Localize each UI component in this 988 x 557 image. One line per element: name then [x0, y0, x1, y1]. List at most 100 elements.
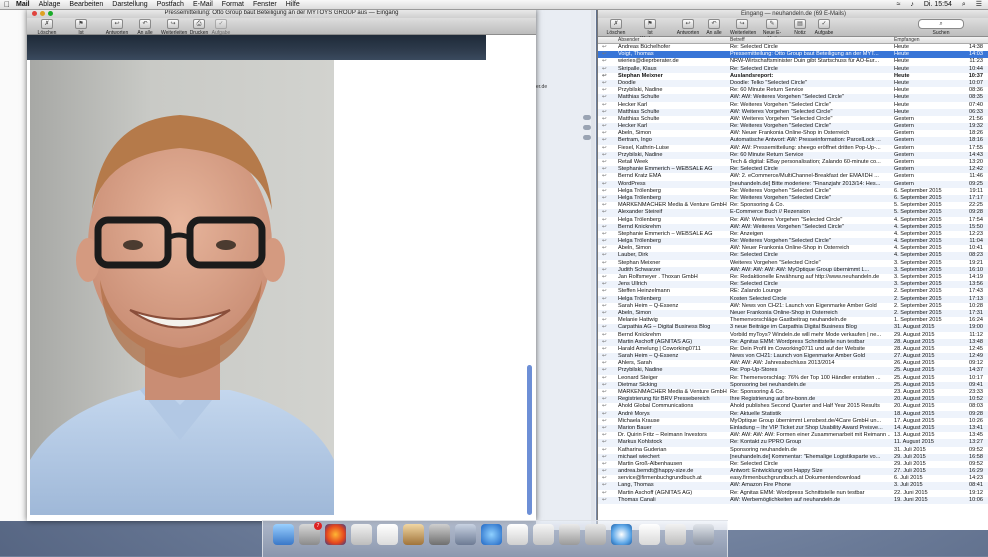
message-row[interactable]: ↩ Przybilski, Nadine Re: Pop-Up-Stores 25. … [598, 367, 988, 375]
textedit-icon[interactable] [507, 524, 528, 545]
message-row[interactable]: ↩ Bernd Knickrehm AW: AW: Weiteres Vorgehe… [598, 223, 988, 231]
calculator-icon[interactable] [585, 524, 606, 545]
message-row[interactable]: ↩ Steffen Heinzelmann RE: Zalando Lounge 2.… [598, 288, 988, 295]
message-row[interactable]: ↩ Abeln, Simon AW: Neuer Frankonia Online-… [598, 245, 988, 252]
system-preferences-icon[interactable] [455, 524, 476, 545]
message-row[interactable]: ↩ Alexander Steireif E-Commerce Buch // Re… [598, 209, 988, 217]
coffee-icon[interactable] [533, 524, 554, 545]
wifi-icon[interactable]: ≈ [897, 1, 901, 8]
message-row[interactable]: ↩ Jens Ullrich Re: Selected Circle 3. Septe… [598, 281, 988, 289]
message-row[interactable]: ↩ Leonard Steiger Re: Themenvorschlag: 76%… [598, 375, 988, 382]
message-row[interactable]: ↩ MARKENMACHER Media & Venture GmbH Re: Sp… [598, 202, 988, 209]
message-row[interactable]: ↩ Jan Rolfsmeyer . Thoxan GmbH Re: Redakti… [598, 274, 988, 281]
clock[interactable]: Di. 15:54 [924, 1, 952, 8]
search-field[interactable]: ⌕ Suchen [918, 19, 964, 36]
delete-button[interactable]: ✗ Löschen [604, 19, 628, 36]
column-received[interactable]: Empfangen [894, 37, 920, 43]
message-row[interactable]: ↩ Markus Kohlstock Re: Kontakt zu PPRO Gro… [598, 439, 988, 447]
message-row[interactable]: ↩ Stephanie Emmerich – WEBSALE AG Re: Anze… [598, 231, 988, 238]
message-row[interactable]: ↩ Retail Week Tech & digital: EBay persona… [598, 159, 988, 166]
message-row[interactable]: ↩ Abeln, Simon AW: Neuer Frankonia Online-… [598, 130, 988, 137]
volume-icon[interactable]: ♪ [910, 1, 914, 8]
message-row[interactable]: ↩ Bernd Knickrehm Vorbild myToys? Windeln.… [598, 332, 988, 339]
message-row[interactable]: ↩ wieries@dieprberater.de NRW-Wirtschaftsm… [598, 58, 988, 65]
message-row[interactable]: ↩ Martin Aschoff (AGNITAS AG) Re: Agnitas … [598, 338, 988, 346]
menu-mail[interactable]: Mail [16, 1, 30, 8]
message-row[interactable]: ↩ Matthias Schulte AW: AW: Weiteres Vorgeh… [598, 94, 988, 102]
message-row[interactable]: ↩ Abeln, Simon Neuer Frankonia Online-Shop… [598, 309, 988, 318]
forward-button[interactable]: ↪ Weiterleiten [730, 19, 756, 36]
delete-button[interactable]: ✗ Löschen [35, 19, 59, 36]
message-row[interactable]: ↩ Andreas Büchelhofer Re: Selected Circle H… [598, 44, 988, 51]
message-row[interactable]: ↩ Carpathia AG – Digital Business Blog 3 n… [598, 324, 988, 332]
message-row[interactable]: ↩ Katharina Guderian Sponsoring neuhandeln… [598, 447, 988, 454]
message-row[interactable]: ↩ Przybilski, Nadine Re: 60 Minute Return … [598, 151, 988, 159]
message-row[interactable]: ↩ Melanie Hattwig Themenvorschläge Gastbei… [598, 317, 988, 324]
minimize-icon[interactable] [40, 11, 45, 16]
app-icon[interactable] [559, 524, 580, 545]
message-row[interactable]: ↩ Stephan Meixner Weiteres Vorgehen "Selec… [598, 260, 988, 267]
menu-postfach[interactable]: Postfach [157, 1, 184, 8]
mail-icon[interactable]: 7 [299, 522, 322, 545]
safari-icon[interactable] [611, 524, 632, 545]
message-row[interactable]: ↩ Matthias Schulte AW: Weiteres Vorgehen "… [598, 116, 988, 123]
message-row[interactable]: ↩ WordPress [neuhandeln.de] Bitte moderier… [598, 180, 988, 188]
message-row[interactable]: ↩ Helga Trölenberg Re: Weiteres Vorgehen "… [598, 188, 988, 195]
message-row[interactable]: ↩ Fiesel, Kathrin-Luise AW: AW: Pressemitt… [598, 145, 988, 152]
reply-button[interactable]: ↩ Antworten [676, 19, 700, 36]
message-row[interactable]: ↩ MARKENMACHER Media & Venture GmbH Re: Sp… [598, 389, 988, 396]
message-row[interactable]: ↩ michael wiechert [neuhandeln.de] Komment… [598, 453, 988, 461]
menu-darstellung[interactable]: Darstellung [112, 1, 147, 8]
message-row[interactable]: ↩ André Morys Re: Aktuelle Statistik 18. Au… [598, 410, 988, 418]
apple-menu-icon[interactable]:  [4, 0, 10, 9]
message-row[interactable]: ↩ Helga Trölenberg Re: Weiteres Vorgehen "… [598, 238, 988, 246]
menu-bearbeiten[interactable]: Bearbeiten [69, 1, 103, 8]
search-icon[interactable]: ⌕ [962, 1, 966, 8]
message-row[interactable]: ↩ Skripalle, Klaus Re: Selected Circle Heut… [598, 65, 988, 73]
menu-ablage[interactable]: Ablage [39, 1, 61, 8]
message-row[interactable]: ↩ Sarah Heim – Q-Essenz AW: News von CH21:… [598, 303, 988, 310]
reply-all-button[interactable]: ↶ An alle [702, 19, 726, 36]
reply-all-button[interactable]: ↶ An alle [133, 19, 157, 36]
message-row[interactable]: ↩ Stephanie Emmerich – WEBSALE AG Re: Sele… [598, 166, 988, 174]
message-row[interactable]: ↩ Michaela Krause MyOptique Group übernimm… [598, 418, 988, 425]
document-icon[interactable] [665, 524, 686, 545]
message-row[interactable]: ↩ Helga Trölenberg Kosten Selected Circle 2… [598, 295, 988, 303]
firefox-icon[interactable] [325, 524, 346, 545]
column-from[interactable]: Absender [618, 37, 639, 43]
scrollbar[interactable] [591, 10, 595, 530]
message-row[interactable]: ↩ Lauber, Dirk Re: Selected Circle 4. Septe… [598, 252, 988, 260]
message-row[interactable]: ↩ Stephan Meixner Auslandsreport: Heute 10:3… [598, 73, 988, 80]
message-row[interactable]: ↩ Thomas Canali AW: Werbemöglichkeiten auf… [598, 496, 988, 504]
document-icon[interactable] [639, 524, 660, 545]
message-row[interactable]: ↩ Matthias Schulte AW: Weiteres Vorgehen "… [598, 108, 988, 116]
message-row[interactable]: ↩ Judith Schwarzer AW: AW: AW: AW: AW: MyO… [598, 266, 988, 274]
message-row[interactable]: ↩ Sarah Heim – Q-Essenz News von CH21: Lau… [598, 353, 988, 361]
menu-hilfe[interactable]: Hilfe [286, 1, 300, 8]
message-row[interactable]: ↩ Doodle Doodle: Telko "Selected Circle" He… [598, 79, 988, 88]
message-row[interactable]: ↩ service@firmenbuchgrundbuch.at easy.firm… [598, 475, 988, 482]
message-row[interactable]: ↩ Hecker Karl Re: Weiteres Vorgehen "Selec… [598, 102, 988, 109]
task-button[interactable]: ✓ Aufgabe [209, 19, 233, 36]
menu-format[interactable]: Format [222, 1, 244, 8]
message-row[interactable]: ↩ Helga Trölenberg Re: Weiteres Vorgehen "… [598, 194, 988, 203]
photos-icon[interactable] [403, 524, 424, 545]
column-subject[interactable]: Betreff [730, 37, 745, 43]
reply-button[interactable]: ↩ Antworten [105, 19, 129, 36]
message-row[interactable]: ↩ Dietmar Sicking Sponsoring bei neuhandel… [598, 381, 988, 389]
close-icon[interactable] [32, 11, 37, 16]
message-row[interactable]: ↩ Lang, Thomas AW: Amazon Fire Phone 3. Jul… [598, 482, 988, 490]
message-row[interactable]: ↩ Registrierung für BRV Pressebereich Ihre… [598, 396, 988, 404]
calendar-icon[interactable] [377, 524, 398, 545]
message-row[interactable]: ↩ Ahlers, Sarah AW: AW: AW: Jahresabschlus… [598, 360, 988, 367]
scrollbar-thumb[interactable] [527, 365, 532, 515]
task-button[interactable]: ✓ Aufgabe [812, 19, 836, 36]
music-icon[interactable] [481, 524, 502, 545]
message-row[interactable]: ↩ Ahold Global Communications Ahold publis… [598, 403, 988, 410]
message-row[interactable]: ↩ Marion Bauer Einladung – Ihr VIP Ticket … [598, 424, 988, 433]
preview-icon[interactable] [429, 524, 450, 545]
message-row[interactable]: ↩ Martin Aschoff (AGNITAS AG) Re: Agnitas … [598, 490, 988, 497]
message-row[interactable]: ↩ andrea.berndt@happy-size.de Antwort: Ent… [598, 468, 988, 476]
finder-icon[interactable] [273, 524, 294, 545]
forward-button[interactable]: ↪ Weiterleiten [161, 19, 187, 36]
